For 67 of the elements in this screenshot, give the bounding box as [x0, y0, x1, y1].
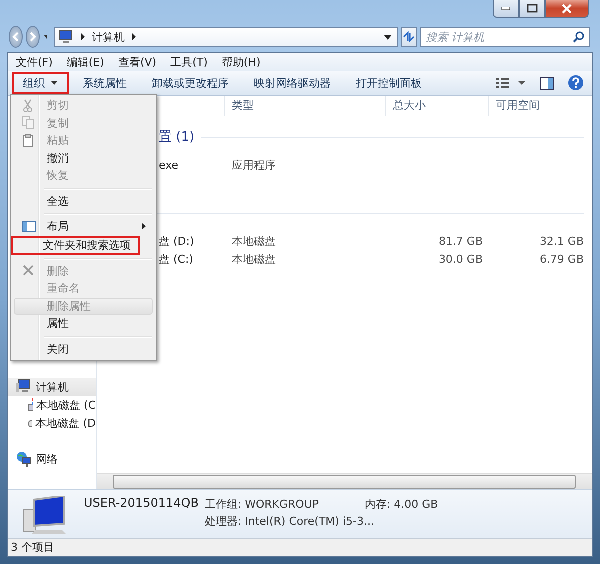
dropdown-icon[interactable] — [384, 34, 392, 40]
toolbar-button[interactable]: 卸载或更改程序 — [141, 72, 240, 94]
delete-icon — [22, 264, 36, 278]
column-header[interactable]: 可用空间 — [488, 96, 589, 116]
detail-field: 工作组: WORKGROUP — [204, 497, 365, 512]
detail-field: 内存: 4.00 GB — [364, 497, 465, 512]
computer-icon — [16, 379, 32, 395]
network-icon — [16, 451, 32, 467]
horizontal-scrollbar[interactable] — [97, 473, 592, 489]
menu-item[interactable]: 帮助(H) — [216, 54, 269, 70]
menu-item[interactable]: 关闭 — [14, 340, 153, 358]
breadcrumb[interactable]: 计算机 — [92, 30, 125, 44]
column-header[interactable]: 类型 — [224, 96, 385, 116]
search-field[interactable]: 搜索 计算机 — [420, 27, 590, 47]
menu-item[interactable]: 文件(F) — [10, 54, 61, 70]
table-cell-text: 30.0 GB — [438, 252, 484, 266]
item-count: 3 个项目 — [11, 540, 54, 555]
toolbar-button[interactable]: 映射网络驱动器 — [243, 72, 342, 94]
search-icon — [573, 31, 585, 43]
menu-item[interactable]: 查看(V) — [112, 54, 165, 70]
view-options-icon[interactable] — [496, 77, 526, 89]
menu-item[interactable]: 工具(T) — [164, 54, 216, 70]
minimize-button[interactable] — [493, 0, 519, 18]
forward-button[interactable] — [26, 26, 40, 48]
submenu-arrow-icon — [142, 223, 146, 230]
address-bar[interactable]: 计算机 — [54, 27, 398, 47]
layout-icon — [22, 220, 36, 234]
table-cell-text: 应用程序 — [231, 158, 277, 172]
refresh-icon — [402, 31, 416, 43]
caret-icon — [51, 81, 58, 85]
toolbar-button[interactable]: 打开控制面板 — [345, 72, 433, 94]
sidebar-item[interactable]: 计算机 — [8, 378, 96, 396]
back-button[interactable] — [9, 26, 23, 48]
toolbar-button[interactable]: 组织 — [12, 72, 69, 94]
minimize-icon — [501, 6, 511, 10]
menu-item[interactable]: 布局 — [14, 218, 153, 236]
table-cell-text: 81.7 GB — [438, 234, 484, 248]
sidebar-item[interactable]: 本地磁盘 (D — [8, 414, 96, 432]
menu-item[interactable]: 文件夹和搜索选项 — [11, 236, 140, 254]
menu-item[interactable]: 全选 — [14, 192, 153, 210]
recent-dropdown-icon[interactable] — [44, 35, 47, 39]
chevron-icon[interactable] — [131, 33, 137, 41]
computer-icon — [58, 30, 74, 44]
menu-item[interactable]: 属性 — [14, 315, 153, 332]
menu-item[interactable]: 编辑(E) — [60, 54, 112, 70]
menu-item[interactable]: 撤消 — [14, 150, 153, 167]
refresh-button[interactable] — [401, 27, 417, 47]
table-cell-text: 6.79 GB — [538, 252, 585, 266]
clipboard-icon — [22, 134, 36, 148]
chevron-icon[interactable] — [80, 33, 86, 41]
computer-name: USER-20150114QB — [84, 496, 199, 510]
preview-pane-icon[interactable] — [540, 76, 554, 90]
table-cell-text: 本地磁盘 — [231, 234, 277, 248]
close-icon — [561, 4, 573, 14]
toolbar-button[interactable]: 系统属性 — [72, 72, 138, 94]
sidebar-item[interactable]: 本地磁盘 (C — [8, 396, 96, 414]
table-cell-text: 本地磁盘 — [231, 252, 277, 266]
maximize-icon — [526, 4, 538, 13]
close-button[interactable] — [545, 0, 589, 18]
table-cell-text: 32.1 GB — [538, 234, 585, 248]
maximize-button[interactable] — [519, 0, 545, 18]
copy-icon — [22, 116, 36, 130]
computer-icon — [22, 496, 66, 536]
detail-field: 处理器: Intel(R) Core(TM) i5-3... — [204, 514, 465, 529]
column-header[interactable]: 总大小 — [385, 96, 488, 116]
sidebar-item[interactable]: 网络 — [8, 450, 96, 468]
help-icon[interactable] — [568, 75, 584, 91]
